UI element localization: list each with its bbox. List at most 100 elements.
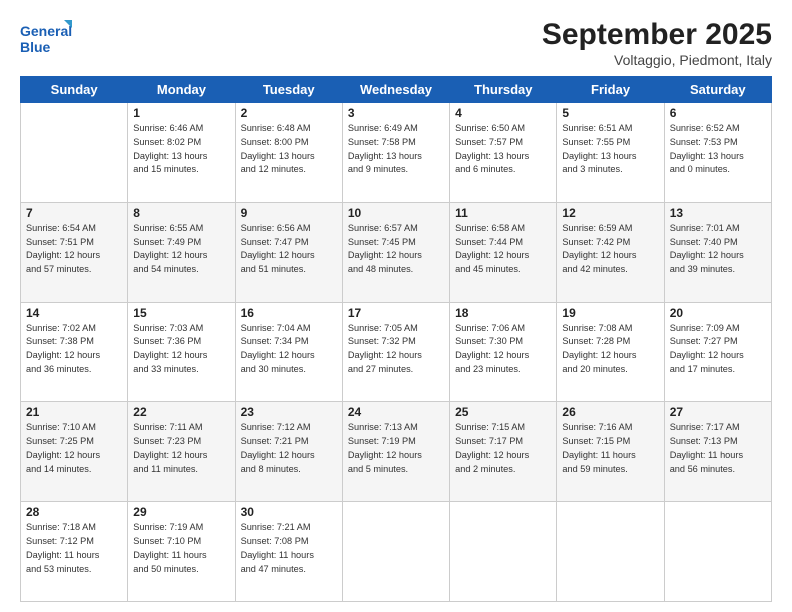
calendar-cell: 23 Sunrise: 7:12 AMSunset: 7:21 PMDayligh…	[235, 402, 342, 502]
day-info: Sunrise: 7:10 AMSunset: 7:25 PMDaylight:…	[26, 421, 122, 476]
day-number: 23	[241, 405, 337, 419]
day-info: Sunrise: 7:19 AMSunset: 7:10 PMDaylight:…	[133, 521, 229, 576]
day-number: 12	[562, 206, 658, 220]
calendar-cell: 17 Sunrise: 7:05 AMSunset: 7:32 PMDayligh…	[342, 302, 449, 402]
day-info: Sunrise: 7:12 AMSunset: 7:21 PMDaylight:…	[241, 421, 337, 476]
column-header-monday: Monday	[128, 77, 235, 103]
day-number: 13	[670, 206, 766, 220]
day-number: 5	[562, 106, 658, 120]
day-info: Sunrise: 7:02 AMSunset: 7:38 PMDaylight:…	[26, 322, 122, 377]
day-info: Sunrise: 6:51 AMSunset: 7:55 PMDaylight:…	[562, 122, 658, 177]
calendar-cell: 15Sunrise: 7:03 AMSunset: 7:36 PMDayligh…	[128, 302, 235, 402]
calendar-cell: 30 Sunrise: 7:21 AMSunset: 7:08 PMDayligh…	[235, 502, 342, 602]
column-header-saturday: Saturday	[664, 77, 771, 103]
day-number: 24	[348, 405, 444, 419]
calendar-cell: 24 Sunrise: 7:13 AMSunset: 7:19 PMDayligh…	[342, 402, 449, 502]
day-info: Sunrise: 7:18 AMSunset: 7:12 PMDaylight:…	[26, 521, 122, 576]
day-number: 20	[670, 306, 766, 320]
day-info: Sunrise: 7:05 AMSunset: 7:32 PMDaylight:…	[348, 322, 444, 377]
calendar-cell: 4 Sunrise: 6:50 AMSunset: 7:57 PMDaylight…	[450, 103, 557, 203]
calendar-cell: 26 Sunrise: 7:16 AMSunset: 7:15 PMDayligh…	[557, 402, 664, 502]
day-number: 1	[133, 106, 229, 120]
day-info: Sunrise: 7:11 AMSunset: 7:23 PMDaylight:…	[133, 421, 229, 476]
day-info: Sunrise: 6:46 AMSunset: 8:02 PMDaylight:…	[133, 122, 229, 177]
day-number: 4	[455, 106, 551, 120]
calendar-cell: 2Sunrise: 6:48 AMSunset: 8:00 PMDaylight…	[235, 103, 342, 203]
day-number: 6	[670, 106, 766, 120]
calendar-cell: 9Sunrise: 6:56 AMSunset: 7:47 PMDaylight…	[235, 202, 342, 302]
column-header-thursday: Thursday	[450, 77, 557, 103]
calendar-cell: 6 Sunrise: 6:52 AMSunset: 7:53 PMDaylight…	[664, 103, 771, 203]
day-number: 8	[133, 206, 229, 220]
day-info: Sunrise: 6:48 AMSunset: 8:00 PMDaylight:…	[241, 122, 337, 177]
day-info: Sunrise: 6:54 AMSunset: 7:51 PMDaylight:…	[26, 222, 122, 277]
day-number: 21	[26, 405, 122, 419]
day-info: Sunrise: 7:06 AMSunset: 7:30 PMDaylight:…	[455, 322, 551, 377]
calendar-cell: 10 Sunrise: 6:57 AMSunset: 7:45 PMDayligh…	[342, 202, 449, 302]
day-number: 9	[241, 206, 337, 220]
calendar-cell	[342, 502, 449, 602]
day-info: Sunrise: 7:21 AMSunset: 7:08 PMDaylight:…	[241, 521, 337, 576]
day-number: 26	[562, 405, 658, 419]
day-number: 10	[348, 206, 444, 220]
day-info: Sunrise: 6:49 AMSunset: 7:58 PMDaylight:…	[348, 122, 444, 177]
day-info: Sunrise: 6:57 AMSunset: 7:45 PMDaylight:…	[348, 222, 444, 277]
day-info: Sunrise: 6:52 AMSunset: 7:53 PMDaylight:…	[670, 122, 766, 177]
calendar-cell	[21, 103, 128, 203]
logo: General Blue	[20, 18, 72, 60]
day-info: Sunrise: 7:16 AMSunset: 7:15 PMDaylight:…	[562, 421, 658, 476]
calendar-cell: 11Sunrise: 6:58 AMSunset: 7:44 PMDayligh…	[450, 202, 557, 302]
day-info: Sunrise: 7:04 AMSunset: 7:34 PMDaylight:…	[241, 322, 337, 377]
calendar-cell: 5 Sunrise: 6:51 AMSunset: 7:55 PMDaylight…	[557, 103, 664, 203]
calendar-cell: 19 Sunrise: 7:08 AMSunset: 7:28 PMDayligh…	[557, 302, 664, 402]
column-header-friday: Friday	[557, 77, 664, 103]
day-number: 30	[241, 505, 337, 519]
column-header-sunday: Sunday	[21, 77, 128, 103]
calendar-cell	[664, 502, 771, 602]
day-info: Sunrise: 7:15 AMSunset: 7:17 PMDaylight:…	[455, 421, 551, 476]
calendar-cell: 29Sunrise: 7:19 AMSunset: 7:10 PMDayligh…	[128, 502, 235, 602]
day-number: 28	[26, 505, 122, 519]
day-info: Sunrise: 7:13 AMSunset: 7:19 PMDaylight:…	[348, 421, 444, 476]
calendar-cell: 12 Sunrise: 6:59 AMSunset: 7:42 PMDayligh…	[557, 202, 664, 302]
calendar-cell: 25 Sunrise: 7:15 AMSunset: 7:17 PMDayligh…	[450, 402, 557, 502]
day-number: 18	[455, 306, 551, 320]
day-info: Sunrise: 6:55 AMSunset: 7:49 PMDaylight:…	[133, 222, 229, 277]
calendar-cell: 3 Sunrise: 6:49 AMSunset: 7:58 PMDaylight…	[342, 103, 449, 203]
svg-text:Blue: Blue	[20, 39, 51, 55]
day-number: 11	[455, 206, 551, 220]
day-info: Sunrise: 7:03 AMSunset: 7:36 PMDaylight:…	[133, 322, 229, 377]
day-number: 7	[26, 206, 122, 220]
day-info: Sunrise: 6:50 AMSunset: 7:57 PMDaylight:…	[455, 122, 551, 177]
calendar-cell: 22 Sunrise: 7:11 AMSunset: 7:23 PMDayligh…	[128, 402, 235, 502]
calendar: SundayMondayTuesdayWednesdayThursdayFrid…	[20, 76, 772, 602]
day-number: 16	[241, 306, 337, 320]
day-number: 3	[348, 106, 444, 120]
calendar-cell: 13 Sunrise: 7:01 AMSunset: 7:40 PMDayligh…	[664, 202, 771, 302]
month-year: September 2025	[542, 18, 772, 52]
day-info: Sunrise: 7:17 AMSunset: 7:13 PMDaylight:…	[670, 421, 766, 476]
day-info: Sunrise: 7:01 AMSunset: 7:40 PMDaylight:…	[670, 222, 766, 277]
day-info: Sunrise: 7:08 AMSunset: 7:28 PMDaylight:…	[562, 322, 658, 377]
day-number: 25	[455, 405, 551, 419]
calendar-cell: 1 Sunrise: 6:46 AMSunset: 8:02 PMDaylight…	[128, 103, 235, 203]
column-header-wednesday: Wednesday	[342, 77, 449, 103]
day-number: 17	[348, 306, 444, 320]
calendar-cell: 28 Sunrise: 7:18 AMSunset: 7:12 PMDayligh…	[21, 502, 128, 602]
column-header-tuesday: Tuesday	[235, 77, 342, 103]
location: Voltaggio, Piedmont, Italy	[542, 52, 772, 68]
svg-text:General: General	[20, 23, 72, 39]
calendar-cell: 8 Sunrise: 6:55 AMSunset: 7:49 PMDaylight…	[128, 202, 235, 302]
calendar-cell: 18 Sunrise: 7:06 AMSunset: 7:30 PMDayligh…	[450, 302, 557, 402]
day-number: 22	[133, 405, 229, 419]
calendar-cell: 7 Sunrise: 6:54 AMSunset: 7:51 PMDaylight…	[21, 202, 128, 302]
calendar-cell	[557, 502, 664, 602]
calendar-cell	[450, 502, 557, 602]
calendar-cell: 14 Sunrise: 7:02 AMSunset: 7:38 PMDayligh…	[21, 302, 128, 402]
day-info: Sunrise: 6:59 AMSunset: 7:42 PMDaylight:…	[562, 222, 658, 277]
title-block: September 2025 Voltaggio, Piedmont, Ital…	[542, 18, 772, 68]
calendar-cell: 27Sunrise: 7:17 AMSunset: 7:13 PMDayligh…	[664, 402, 771, 502]
day-number: 14	[26, 306, 122, 320]
day-info: Sunrise: 7:09 AMSunset: 7:27 PMDaylight:…	[670, 322, 766, 377]
day-number: 19	[562, 306, 658, 320]
